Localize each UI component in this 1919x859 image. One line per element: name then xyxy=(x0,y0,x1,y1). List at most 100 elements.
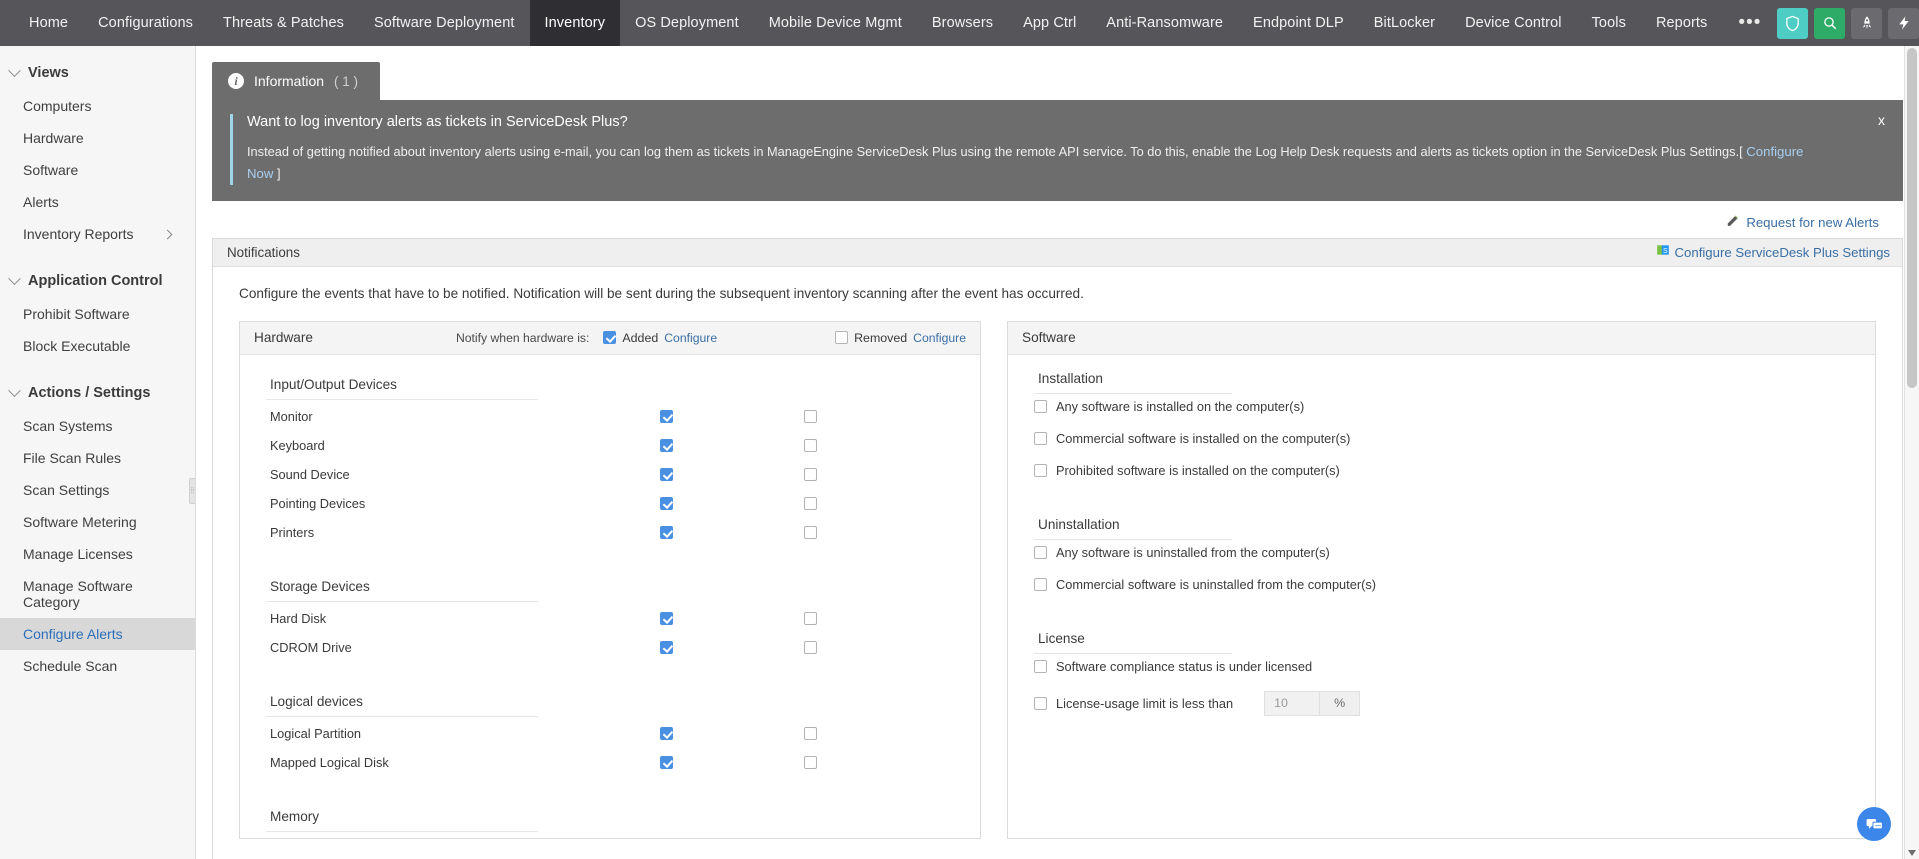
rocket-icon[interactable] xyxy=(1851,8,1882,39)
sidebar-item-alerts[interactable]: Alerts xyxy=(0,186,195,218)
software-row-checkbox[interactable] xyxy=(1034,432,1047,445)
software-row-checkbox[interactable] xyxy=(1034,660,1047,673)
software-row-checkbox[interactable] xyxy=(1034,546,1047,559)
nav-item-endpoint-dlp[interactable]: Endpoint DLP xyxy=(1238,0,1359,46)
search-icon[interactable] xyxy=(1814,8,1845,39)
nav-item-device-control[interactable]: Device Control xyxy=(1450,0,1577,46)
hardware-removed-cell xyxy=(804,410,948,423)
hardware-row-label: Hard Disk xyxy=(270,611,660,626)
sidebar-group-label: Views xyxy=(28,65,69,81)
sidebar-collapse-handle[interactable]: ⦙⦙ xyxy=(189,478,196,504)
sidebar-item-computers[interactable]: Computers xyxy=(0,90,195,122)
software-row: Prohibited software is installed on the … xyxy=(1008,463,1875,478)
request-new-alerts-link[interactable]: Request for new Alerts xyxy=(1746,215,1879,230)
hardware-added-configure-link[interactable]: Configure xyxy=(664,331,717,345)
lightning-icon[interactable] xyxy=(1888,8,1919,39)
request-alerts-icon xyxy=(1726,213,1740,232)
hardware-row-removed-checkbox[interactable] xyxy=(804,439,817,452)
hardware-panel-body: Input/Output DevicesMonitorKeyboardSound… xyxy=(240,355,980,832)
nav-item-anti-ransomware[interactable]: Anti-Ransomware xyxy=(1091,0,1238,46)
sidebar-group-application-control[interactable]: Application Control xyxy=(0,264,195,298)
hardware-row-added-checkbox[interactable] xyxy=(660,497,673,510)
license-usage-input[interactable]: 10 xyxy=(1264,691,1320,716)
scroll-down-arrow-icon[interactable] xyxy=(1908,850,1916,856)
sidebar-item-manage-licenses[interactable]: Manage Licenses xyxy=(0,538,195,570)
sidebar-item-hardware[interactable]: Hardware xyxy=(0,122,195,154)
hardware-added-cell xyxy=(660,497,804,510)
hardware-row-removed-checkbox[interactable] xyxy=(804,497,817,510)
nav-item-os-deployment[interactable]: OS Deployment xyxy=(620,0,754,46)
hardware-added-checkbox[interactable] xyxy=(603,331,616,344)
software-row-checkbox[interactable] xyxy=(1034,697,1047,710)
sidebar-item-label: Manage Licenses xyxy=(23,546,133,562)
sidebar-item-inventory-reports[interactable]: Inventory Reports xyxy=(0,218,195,250)
sidebar-item-label: Inventory Reports xyxy=(23,226,134,242)
software-row-checkbox[interactable] xyxy=(1034,578,1047,591)
hardware-row-label: Pointing Devices xyxy=(270,496,660,511)
scrollbar-thumb[interactable] xyxy=(1907,48,1917,388)
hardware-row-added-checkbox[interactable] xyxy=(660,641,673,654)
sidebar-item-software[interactable]: Software xyxy=(0,154,195,186)
sidebar-item-scan-settings[interactable]: Scan Settings xyxy=(0,474,195,506)
hardware-removed-cell xyxy=(804,756,948,769)
hardware-added-cell xyxy=(660,727,804,740)
nav-item-reports[interactable]: Reports xyxy=(1641,0,1722,46)
sidebar-item-prohibit-software[interactable]: Prohibit Software xyxy=(0,298,195,330)
hardware-row-removed-checkbox[interactable] xyxy=(804,612,817,625)
sidebar-group-actions-settings[interactable]: Actions / Settings xyxy=(0,376,195,410)
nav-item-app-ctrl[interactable]: App Ctrl xyxy=(1008,0,1091,46)
hardware-row-added-checkbox[interactable] xyxy=(660,526,673,539)
sidebar-item-schedule-scan[interactable]: Schedule Scan xyxy=(0,650,195,682)
shield-icon[interactable] xyxy=(1777,8,1808,39)
software-row: Software compliance status is under lice… xyxy=(1008,659,1875,674)
hardware-row-removed-checkbox[interactable] xyxy=(804,410,817,423)
nav-item-software-deployment[interactable]: Software Deployment xyxy=(359,0,530,46)
sidebar-item-label: Hardware xyxy=(23,130,84,146)
hardware-row-removed-checkbox[interactable] xyxy=(804,641,817,654)
nav-item-inventory[interactable]: Inventory xyxy=(530,0,621,46)
configure-sdp-settings[interactable]: S Configure ServiceDesk Plus Settings xyxy=(1656,243,1891,262)
hardware-row-added-checkbox[interactable] xyxy=(660,410,673,423)
hardware-row-added-checkbox[interactable] xyxy=(660,612,673,625)
information-tab-label: Information xyxy=(254,73,324,89)
sidebar-item-software-metering[interactable]: Software Metering xyxy=(0,506,195,538)
nav-item-mobile-device-mgmt[interactable]: Mobile Device Mgmt xyxy=(754,0,917,46)
tab-information[interactable]: i Information ( 1 ) xyxy=(212,62,380,100)
sidebar-item-block-executable[interactable]: Block Executable xyxy=(0,330,195,362)
hardware-row-removed-checkbox[interactable] xyxy=(804,468,817,481)
hardware-removed-checkbox[interactable] xyxy=(835,331,848,344)
close-icon[interactable]: x xyxy=(1878,112,1885,128)
nav-item-bitlocker[interactable]: BitLocker xyxy=(1359,0,1450,46)
sidebar-item-scan-systems[interactable]: Scan Systems xyxy=(0,410,195,442)
chevron-right-icon xyxy=(163,229,173,239)
hardware-row-added-checkbox[interactable] xyxy=(660,439,673,452)
sidebar-item-file-scan-rules[interactable]: File Scan Rules xyxy=(0,442,195,474)
more-menu-button[interactable]: ••• xyxy=(1722,0,1777,46)
hardware-row-removed-checkbox[interactable] xyxy=(804,727,817,740)
configure-sdp-settings-link[interactable]: Configure ServiceDesk Plus Settings xyxy=(1675,245,1891,260)
hardware-row-removed-checkbox[interactable] xyxy=(804,756,817,769)
sidebar-item-manage-software-category[interactable]: Manage Software Category xyxy=(0,570,195,618)
hardware-row-removed-checkbox[interactable] xyxy=(804,526,817,539)
software-row-checkbox[interactable] xyxy=(1034,400,1047,413)
hardware-row-added-checkbox[interactable] xyxy=(660,727,673,740)
nav-item-configurations[interactable]: Configurations xyxy=(83,0,208,46)
sidebar-group-views[interactable]: Views xyxy=(0,56,195,90)
chat-widget-button[interactable] xyxy=(1857,807,1891,841)
nav-item-threats-patches[interactable]: Threats & Patches xyxy=(208,0,359,46)
notification-panels: Hardware Notify when hardware is: Added … xyxy=(213,301,1902,839)
page-scrollbar[interactable] xyxy=(1904,46,1919,859)
information-banner-inner: Want to log inventory alerts as tickets … xyxy=(230,114,1885,185)
hardware-row-added-checkbox[interactable] xyxy=(660,468,673,481)
software-row-checkbox[interactable] xyxy=(1034,464,1047,477)
nav-item-tools[interactable]: Tools xyxy=(1577,0,1641,46)
sidebar-item-label: Computers xyxy=(23,98,91,114)
hardware-row-added-checkbox[interactable] xyxy=(660,756,673,769)
nav-item-browsers[interactable]: Browsers xyxy=(917,0,1008,46)
chevron-down-icon xyxy=(8,64,21,77)
nav-item-home[interactable]: Home xyxy=(14,0,83,46)
hardware-removed-configure-link[interactable]: Configure xyxy=(913,331,966,345)
hardware-section-title: Memory xyxy=(266,803,538,832)
sidebar-item-configure-alerts[interactable]: Configure Alerts xyxy=(0,618,195,650)
top-nav-actions xyxy=(1777,0,1919,46)
